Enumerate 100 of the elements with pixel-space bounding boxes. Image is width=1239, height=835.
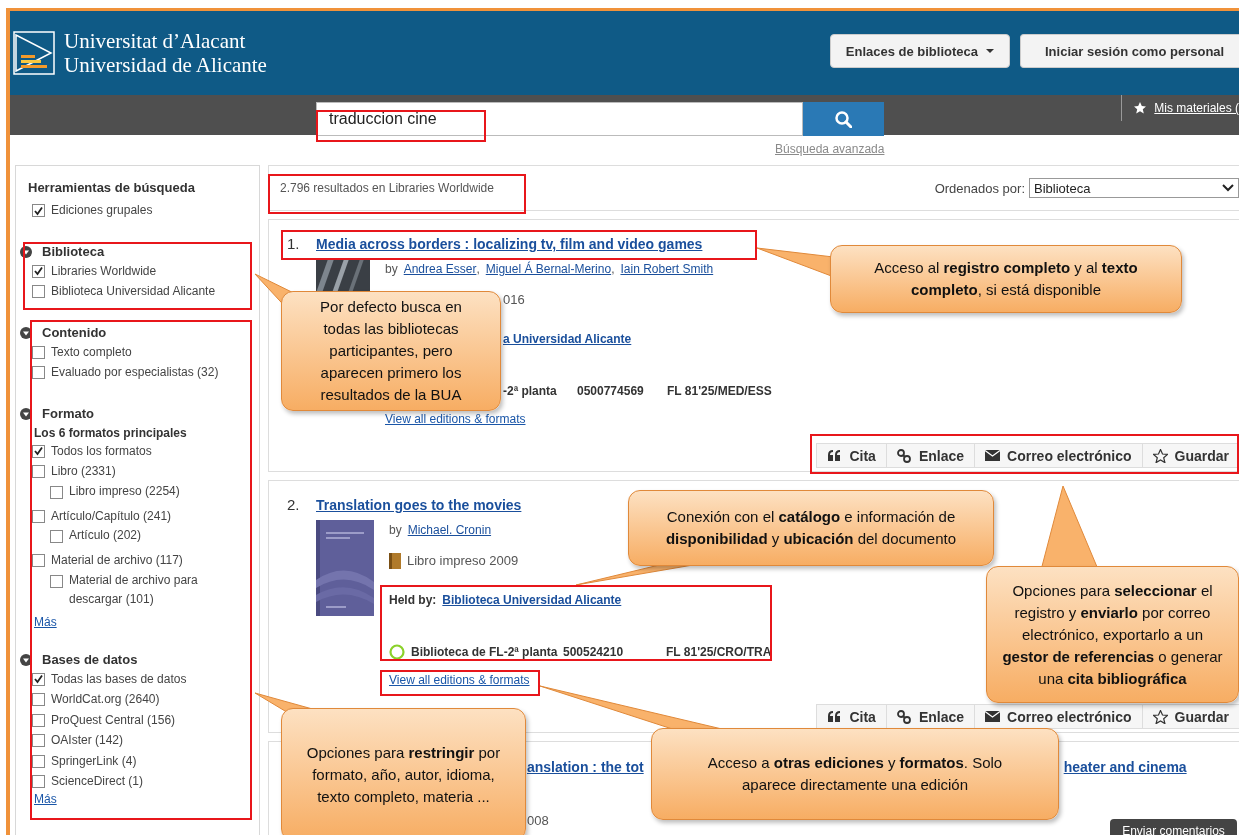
checkbox[interactable] [32, 264, 45, 278]
search-field[interactable]: traduccion cine [316, 102, 803, 136]
sort-select[interactable]: Biblioteca [1029, 178, 1239, 198]
callout: Por defecto busca en todas las bibliotecas participantes, pero aparecen primero los resultados de la BUA [281, 291, 501, 411]
location-text: Biblioteca de FL-2ª planta [411, 644, 559, 661]
checkbox[interactable] [32, 693, 45, 706]
collapse-icon [20, 653, 32, 666]
result-title-link[interactable]: Translation goes to the movies [316, 495, 522, 515]
quote-icon [827, 448, 843, 463]
envelope-icon [985, 448, 1001, 463]
filter-option[interactable]: Biblioteca Universidad Alicante [51, 281, 216, 302]
callout: Acceso a otras ediciones y formatos. Solo aparece directamente una edición [651, 728, 1059, 820]
checkbox[interactable] [50, 485, 63, 499]
chevron-down-icon [1222, 184, 1234, 192]
filter-option[interactable]: Material de archivo para descargar (101) [69, 570, 209, 609]
filter-option[interactable]: Texto completo [51, 341, 132, 362]
checkbox[interactable] [32, 713, 45, 727]
search-icon [835, 110, 852, 128]
filter-option[interactable]: Libraries Worldwide [51, 260, 157, 281]
checkbox[interactable] [32, 734, 45, 747]
callout: Acceso al registro completo y al texto completo, si está disponible [830, 245, 1182, 313]
result-title-link[interactable]: Media across borders : localizing tv, film and video games [316, 234, 703, 254]
save-button[interactable]: Guardar [1141, 704, 1239, 729]
checkbox[interactable] [32, 204, 45, 217]
result-title-link[interactable]: heater and cinema [1063, 755, 1187, 779]
my-materials-link[interactable]: Mis materiales ( [1154, 101, 1239, 115]
filter-option[interactable]: Material de archivo (117) [51, 550, 183, 571]
format-year: Libro impreso 2009 [407, 552, 519, 570]
filter-option[interactable]: Todos los formatos [51, 440, 152, 461]
filter-option[interactable]: OAIster (142) [51, 730, 124, 751]
caret-icon [986, 49, 994, 53]
advanced-search-link[interactable]: Búsqueda avanzada [775, 142, 885, 156]
collapse-icon [20, 326, 32, 339]
checkbox[interactable] [32, 285, 45, 298]
barcode-text: 500524210 [563, 644, 625, 661]
result-number: 1. [287, 234, 301, 254]
library-links-dropdown[interactable]: Enlaces de biblioteca [829, 34, 1010, 68]
checkbox[interactable] [32, 672, 45, 686]
library-link[interactable]: Biblioteca Universidad Alicante [442, 590, 622, 610]
login-button[interactable]: Iniciar sesión como personal [1020, 34, 1239, 68]
checkbox[interactable] [32, 345, 45, 359]
cite-button[interactable]: Cita [816, 443, 886, 468]
checkbox[interactable] [50, 530, 63, 543]
barcode-text: 0500774569 [577, 383, 645, 400]
section-title[interactable]: Bases de datos [42, 650, 138, 669]
checkbox[interactable] [32, 754, 45, 768]
checkbox[interactable] [32, 775, 45, 788]
filter-option[interactable]: Libro impreso (2254) [69, 481, 209, 501]
search-button[interactable] [803, 102, 884, 136]
result-title-link[interactable]: anslation : the tot [527, 755, 644, 779]
checkbox[interactable] [32, 366, 45, 379]
university-name: Universitat d’Alacant [64, 29, 247, 53]
by-label: by [389, 522, 402, 539]
result-number: 2. [287, 495, 301, 515]
save-button[interactable]: Guardar [1141, 443, 1239, 468]
cite-button[interactable]: Cita [816, 704, 886, 729]
filter-option[interactable]: ScienceDirect (1) [51, 771, 144, 792]
section-title[interactable]: Biblioteca [42, 242, 105, 261]
view-editions-link[interactable]: View all editions & formats [389, 670, 772, 690]
filter-option[interactable]: ProQuest Central (156) [51, 709, 176, 730]
sort-label: Ordenados por: [934, 180, 1025, 196]
checkbox[interactable] [32, 509, 45, 523]
checkbox[interactable] [50, 574, 63, 588]
checkbox[interactable] [32, 465, 45, 478]
email-button[interactable]: Correo electrónico [974, 443, 1142, 468]
checkbox[interactable] [32, 554, 45, 567]
email-button[interactable]: Correo electrónico [974, 704, 1142, 729]
link-icon [896, 709, 912, 724]
library-link[interactable]: a Universidad Alicante [503, 329, 632, 349]
star-icon [1152, 709, 1168, 724]
filter-option[interactable]: Libro (2331) [51, 461, 116, 482]
filter-option[interactable]: Todas las bases de datos [51, 668, 187, 689]
university-logo-icon [13, 31, 55, 75]
filter-option[interactable]: Artículo (202) [69, 526, 209, 545]
checkbox[interactable] [32, 444, 45, 458]
call-number: FL 81'25/MED/ESS [667, 383, 772, 400]
results-count: 2.796 resultados en Libraries Worldwide [280, 181, 494, 195]
star-icon [1134, 102, 1147, 114]
view-editions-link[interactable]: View all editions & formats [385, 409, 772, 429]
feedback-button[interactable]: Enviar comentarios [1110, 819, 1237, 835]
author-link[interactable]: Andrea Esser [403, 259, 477, 279]
separator: , [476, 261, 480, 278]
filter-option[interactable]: Ediciones grupales [51, 200, 153, 221]
link-button[interactable]: Enlace [885, 704, 975, 729]
filter-option[interactable]: Artículo/Capítulo (241) [51, 505, 172, 526]
filter-option[interactable]: WorldCat.org (2640) [51, 689, 160, 710]
collapse-icon [20, 245, 32, 258]
more-link[interactable]: Más [34, 791, 259, 806]
filter-option[interactable]: Evaluado por especialistas (32) [51, 362, 219, 383]
filter-option[interactable]: SpringerLink (4) [51, 750, 137, 771]
link-button[interactable]: Enlace [885, 443, 975, 468]
held-by-label: Held by: [389, 592, 437, 609]
section-title[interactable]: Formato [42, 404, 94, 423]
section-title[interactable]: Contenido [42, 323, 107, 342]
call-number: FL 81'25/CRO/TRA [666, 644, 772, 661]
more-link[interactable]: Más [34, 614, 259, 629]
author-link[interactable]: Iain Robert Smith [620, 259, 714, 279]
sidebar-title: Herramientas de búsqueda [28, 180, 196, 195]
author-link[interactable]: Michael. Cronin [407, 520, 492, 540]
envelope-icon [985, 709, 1001, 724]
